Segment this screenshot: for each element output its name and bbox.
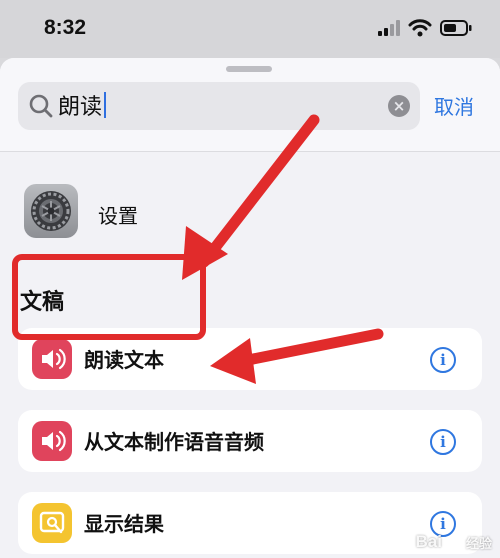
speaker-icon — [32, 421, 72, 461]
sheet-grabber[interactable] — [226, 66, 272, 72]
speaker-icon — [32, 339, 72, 379]
search-input[interactable]: 朗读 — [58, 90, 107, 120]
watermark-brand: Bai — [415, 532, 442, 551]
result-icon — [32, 503, 72, 543]
wifi-icon — [408, 19, 432, 37]
search-field[interactable]: 朗读 × — [18, 82, 420, 130]
status-time: 8:32 — [44, 16, 87, 39]
app-result-settings[interactable]: 设置 — [0, 182, 500, 246]
gear-icon — [24, 184, 78, 238]
info-icon[interactable]: i — [430, 429, 456, 455]
paw-icon — [447, 534, 460, 548]
app-result-label: 设置 — [98, 204, 138, 228]
action-show-result[interactable]: 显示结果 i — [18, 492, 482, 554]
cancel-button[interactable]: 取消 — [434, 91, 474, 120]
action-label: 朗读文本 — [84, 348, 164, 372]
clear-search-icon[interactable]: × — [388, 95, 410, 117]
search-icon — [29, 94, 53, 118]
info-icon[interactable]: i — [430, 347, 456, 373]
sheet-header: 朗读 × 取消 — [0, 58, 500, 152]
cellular-signal-icon — [378, 20, 400, 36]
status-icons — [378, 19, 472, 37]
search-query-text: 朗读 — [58, 95, 103, 120]
battery-icon — [440, 20, 472, 36]
action-label: 显示结果 — [84, 512, 164, 536]
text-cursor — [104, 92, 107, 118]
action-label: 从文本制作语音音频 — [84, 430, 264, 454]
highlight-box — [12, 254, 206, 340]
action-make-spoken-audio[interactable]: 从文本制作语音音频 i — [18, 410, 482, 472]
status-bar: 8:32 — [0, 0, 500, 58]
watermark: Bai 经验 — [416, 532, 492, 552]
watermark-suffix: 经验 — [465, 535, 492, 551]
